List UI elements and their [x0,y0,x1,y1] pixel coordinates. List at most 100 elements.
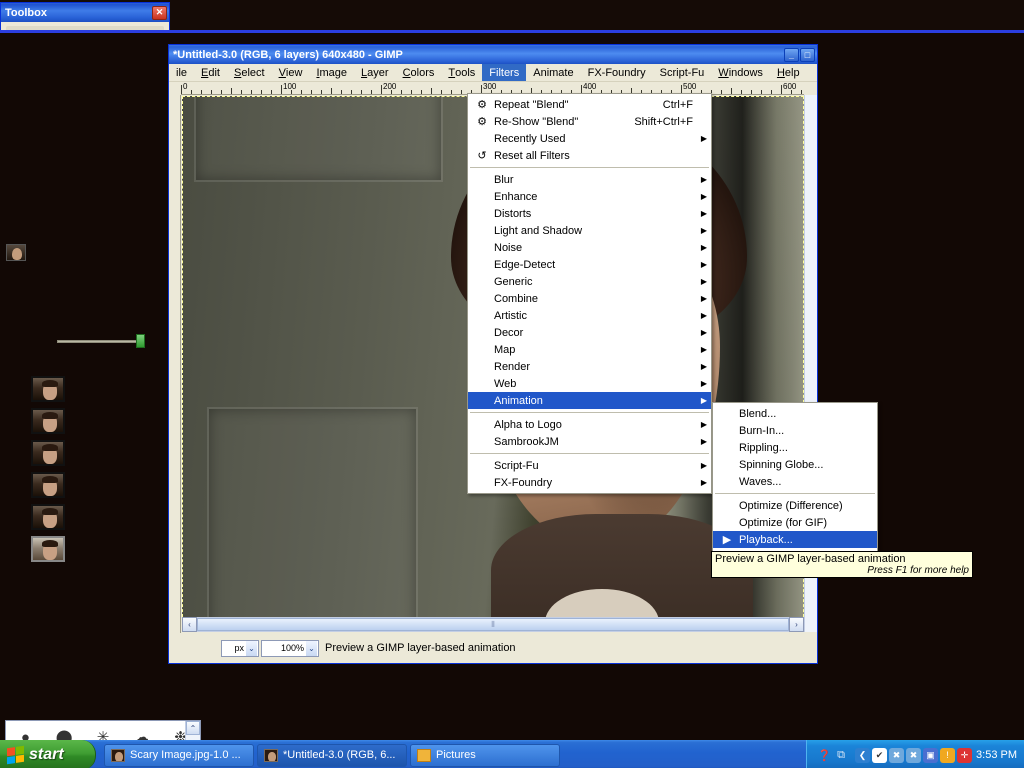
menu-item-label: Map [494,343,516,356]
layer-thumbnail [31,408,65,434]
horizontal-scrollbar[interactable]: ‹ ⦀ › [182,617,804,632]
scroll-up-icon[interactable]: ⌃ [186,721,200,735]
menu-item-blend[interactable]: Blend... [713,405,877,422]
show-hidden-icons-icon[interactable]: ❮ [855,747,871,763]
menu-item-spinning-globe[interactable]: Spinning Globe... [713,456,877,473]
menu-item-label: Script-Fu [494,459,539,472]
menu-layer[interactable]: Layer [354,64,396,81]
antivirus-icon[interactable]: ✔ [872,747,888,763]
windows-tile-icon[interactable]: ⧉ [837,749,845,762]
menu-item-animation[interactable]: Animation ▶ [468,392,711,409]
menu-item-sambrookjm[interactable]: SambrookJM ▶ [468,433,711,450]
menu-item-playback[interactable]: ▶ Playback... [713,531,877,548]
menu-item-blur[interactable]: Blur ▶ [468,171,711,188]
scroll-right-icon[interactable]: › [789,617,804,632]
ruler-tick [321,90,322,94]
menu-item-re-show-blend[interactable]: ⚙ Re-Show "Blend" Shift+Ctrl+F [468,113,711,130]
submenu-arrow-icon: ▶ [700,362,707,371]
menu-select[interactable]: Select [227,64,272,81]
menu-edit[interactable]: Edit [194,64,227,81]
chevron-down-icon[interactable]: ⌄ [306,640,317,656]
menu-item-generic[interactable]: Generic ▶ [468,273,711,290]
menu-item-light-and-shadow[interactable]: Light and Shadow ▶ [468,222,711,239]
menu-image[interactable]: Image [309,64,354,81]
help-icon[interactable]: ❓ [817,749,831,762]
start-button[interactable]: start [0,740,96,768]
menu-item-alpha-to-logo[interactable]: Alpha to Logo ▶ [468,416,711,433]
filters-menu[interactable]: ⚙ Repeat "Blend" Ctrl+F ⚙ Re-Show "Blend" Shi… [467,93,712,494]
menu-item-optimize-difference[interactable]: Optimize (Difference) [713,497,877,514]
opacity-knob[interactable] [136,334,145,348]
menu-item-artistic[interactable]: Artistic ▶ [468,307,711,324]
menu-item-label: Artistic [494,309,527,322]
toolbox-close-button[interactable]: ✕ [152,5,167,20]
scroll-thumb[interactable]: ⦀ [197,618,789,631]
clock[interactable]: 3:53 PM [976,749,1017,761]
toolbox-titlebar: Toolbox ✕ [1,3,169,22]
vertical-ruler[interactable] [169,95,181,633]
opacity-slider[interactable] [57,334,145,348]
updates-icon[interactable]: ! [940,747,956,763]
menu-view[interactable]: View [272,64,310,81]
unit-combo[interactable]: px ⌄ [221,639,259,657]
ruler-tick [251,90,252,94]
ruler-tick [721,90,722,94]
menu-item-optimize-for-gif[interactable]: Optimize (for GIF) [713,514,877,531]
menu-item-label: Distorts [494,207,532,220]
menu-item-burn-in[interactable]: Burn-In... [713,422,877,439]
network-disconnected-2-icon[interactable]: ✖ [906,747,922,763]
menu-item-distorts[interactable]: Distorts ▶ [468,205,711,222]
network-disconnected-1-icon[interactable]: ✖ [889,747,905,763]
layer-thumbnail [31,472,65,498]
menu-item-reset-all-filters[interactable]: ↺ Reset all Filters [468,147,711,164]
menu-item-label: Edge-Detect [494,258,556,271]
taskbar-button[interactable]: *Untitled-3.0 (RGB, 6... [257,743,407,767]
chevron-down-icon[interactable]: ⌄ [246,640,257,656]
menu-animate[interactable]: Animate [526,64,580,81]
security-alert-icon[interactable]: ✛ [957,747,973,763]
menu-item-web[interactable]: Web ▶ [468,375,711,392]
menu-item-decor[interactable]: Decor ▶ [468,324,711,341]
animation-submenu[interactable]: Blend... Burn-In... Rippling... Spinning Gl… [712,402,878,568]
menu-windows[interactable]: Windows [711,64,770,81]
taskbar-button[interactable]: Pictures [410,743,560,767]
ruler-tick [221,90,222,94]
opacity-track [57,339,145,343]
menu-item-icon: ↺ [477,150,487,162]
status-message: Preview a GIMP layer-based animation [325,642,516,654]
menu-colors[interactable]: Colors [396,64,442,81]
menu-item-script-fu[interactable]: Script-Fu ▶ [468,457,711,474]
taskbar-buttons: Scary Image.jpg-1.0 ... *Untitled-3.0 (RG… [96,743,806,767]
menu-item-edge-detect[interactable]: Edge-Detect ▶ [468,256,711,273]
menu-separator [470,453,709,454]
submenu-arrow-icon: ▶ [700,260,707,269]
display-icon[interactable]: ▣ [923,747,939,763]
menu-item-map[interactable]: Map ▶ [468,341,711,358]
menu-item-repeat-blend[interactable]: ⚙ Repeat "Blend" Ctrl+F [468,96,711,113]
menu-tools[interactable]: Tools [441,64,482,81]
scroll-left-icon[interactable]: ‹ [182,617,197,632]
menu-help[interactable]: Help [770,64,807,81]
menu-item-label: Repeat "Blend" [494,98,569,111]
menu-item-combine[interactable]: Combine ▶ [468,290,711,307]
ruler-label: 0 [183,82,188,91]
submenu-arrow-icon: ▶ [700,461,707,470]
menu-item-render[interactable]: Render ▶ [468,358,711,375]
menu-script-fu[interactable]: Script-Fu [653,64,712,81]
menu-item-waves[interactable]: Waves... [713,473,877,490]
zoom-combo[interactable]: 100% ⌄ [261,639,319,657]
minimize-button[interactable]: _ [784,47,799,62]
menu-item-rippling[interactable]: Rippling... [713,439,877,456]
menu-item-enhance[interactable]: Enhance ▶ [468,188,711,205]
menu-item-recently-used[interactable]: Recently Used ▶ [468,130,711,147]
maximize-button[interactable]: □ [800,47,815,62]
image-window-titlebar: *Untitled-3.0 (RGB, 6 layers) 640x480 - … [169,45,817,64]
menu-ile[interactable]: ile [169,64,194,81]
menu-filters[interactable]: Filters [482,64,527,81]
menu-item-noise[interactable]: Noise ▶ [468,239,711,256]
taskbar-button[interactable]: Scary Image.jpg-1.0 ... [104,743,254,767]
menu-item-fx-foundry[interactable]: FX-Foundry ▶ [468,474,711,491]
scroll-trough[interactable]: ⦀ [197,617,789,632]
system-tray: ❓ ⧉ ❮ ✔ ✖ ✖ ▣! ✛ 3:53 PM [806,740,1024,768]
menu-fx-foundry[interactable]: FX-Foundry [581,64,653,81]
